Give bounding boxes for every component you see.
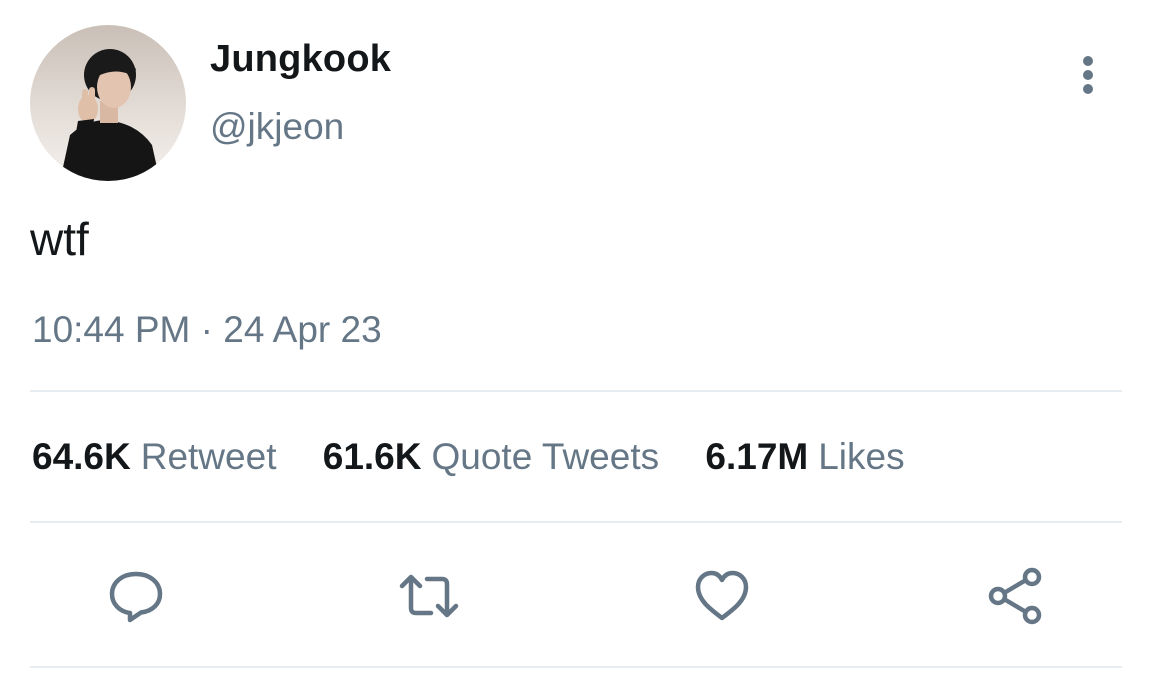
like-button[interactable] bbox=[692, 566, 752, 626]
retweet-button[interactable] bbox=[399, 566, 459, 626]
stat-count: 6.17M bbox=[705, 436, 809, 477]
tweet-text: wtf bbox=[30, 213, 89, 265]
tweet-date: 24 Apr 23 bbox=[223, 309, 382, 350]
author-handle[interactable]: @jkjeon bbox=[210, 106, 344, 148]
more-dot bbox=[1083, 70, 1093, 80]
reply-button[interactable] bbox=[106, 566, 166, 626]
reply-icon bbox=[109, 571, 163, 623]
divider bbox=[30, 666, 1122, 668]
likes-stat[interactable]: 6.17M Likes bbox=[705, 436, 904, 478]
heart-icon bbox=[695, 570, 749, 621]
more-options-icon[interactable] bbox=[1068, 52, 1108, 98]
tweet-time: 10:44 PM bbox=[32, 309, 191, 350]
stat-count: 61.6K bbox=[322, 436, 422, 477]
tweet-detail: Jungkook @jkjeon wtf 10:44 PM · 24 Apr 2… bbox=[0, 0, 1152, 687]
divider bbox=[30, 390, 1122, 392]
stat-count: 64.6K bbox=[32, 436, 131, 477]
stat-label: Likes bbox=[818, 436, 905, 477]
stat-label: Retweet bbox=[140, 436, 277, 477]
retweet-icon bbox=[399, 574, 459, 618]
quote-tweets-stat[interactable]: 61.6K Quote Tweets bbox=[323, 436, 659, 478]
stat-label: Quote Tweets bbox=[431, 436, 660, 477]
retweet-stat[interactable]: 64.6K Retweet bbox=[32, 436, 276, 478]
author-name[interactable]: Jungkook bbox=[210, 38, 391, 81]
more-dot bbox=[1083, 84, 1093, 94]
author-avatar[interactable] bbox=[30, 25, 186, 181]
share-icon bbox=[988, 567, 1042, 625]
tweet-timestamp[interactable]: 10:44 PM · 24 Apr 23 bbox=[32, 309, 382, 351]
share-button[interactable] bbox=[986, 566, 1046, 626]
divider bbox=[30, 521, 1122, 523]
tweet-stats: 64.6K Retweet 61.6K Quote Tweets 6.17M Like… bbox=[32, 436, 941, 478]
avatar-photo bbox=[30, 25, 186, 181]
meta-separator: · bbox=[200, 309, 213, 350]
more-dot bbox=[1083, 56, 1093, 66]
